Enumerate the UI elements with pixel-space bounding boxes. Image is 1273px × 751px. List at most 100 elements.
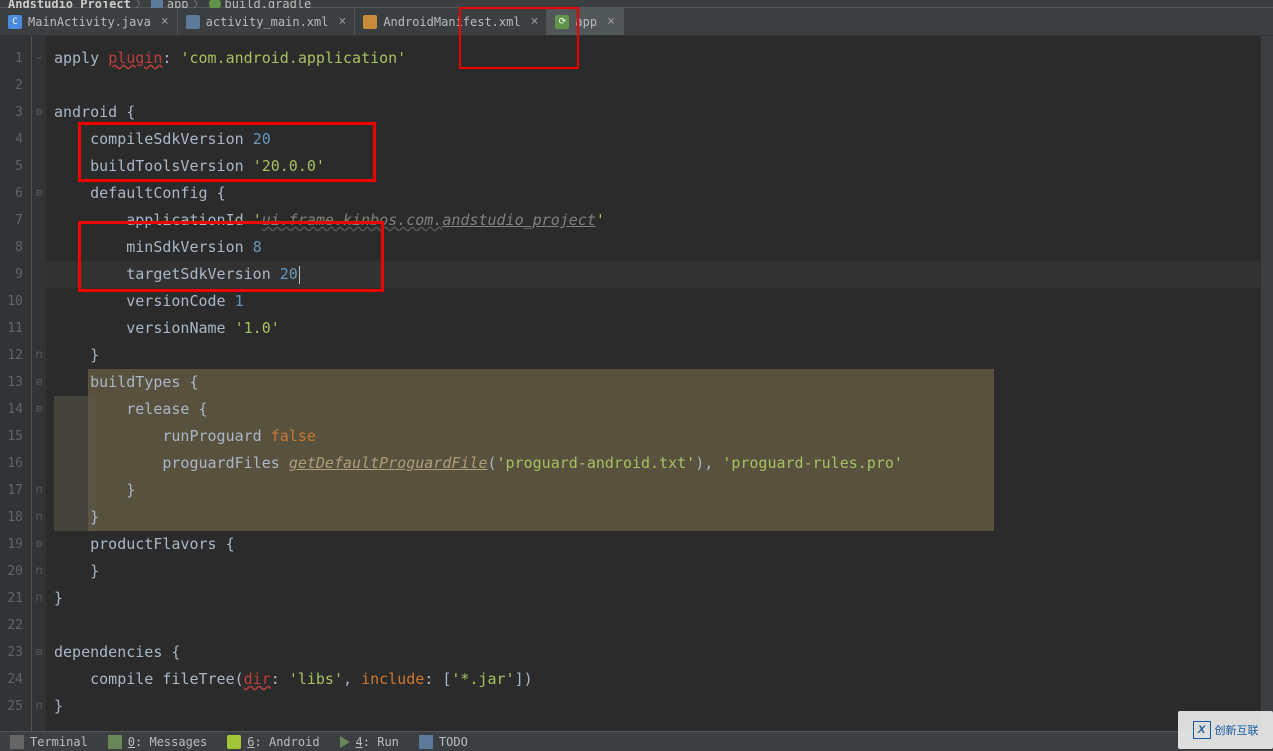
code-token: {: [189, 373, 198, 391]
code-line[interactable]: defaultConfig {: [46, 180, 1273, 207]
code-line[interactable]: compileSdkVersion 20: [46, 126, 1273, 153]
line-number[interactable]: 1: [0, 45, 31, 72]
line-number[interactable]: 20: [0, 558, 31, 585]
fold-marker-icon[interactable]: ⊓: [32, 558, 46, 585]
fold-marker-icon[interactable]: ⊟: [32, 180, 46, 207]
fold-marker-icon[interactable]: ⊓: [32, 477, 46, 504]
fold-marker-icon[interactable]: ⊓: [32, 693, 46, 720]
code-line[interactable]: }: [46, 558, 1273, 585]
fold-marker-icon[interactable]: ⊓: [32, 585, 46, 612]
tool-messages[interactable]: 0: Messages: [108, 735, 207, 749]
line-number[interactable]: 22: [0, 612, 31, 639]
line-number[interactable]: 10: [0, 288, 31, 315]
line-number[interactable]: 6: [0, 180, 31, 207]
terminal-icon: [10, 735, 24, 749]
fold-marker-icon[interactable]: ⊟: [32, 369, 46, 396]
code-token: {: [217, 184, 226, 202]
code-line[interactable]: runProguard false: [46, 423, 1273, 450]
code-area[interactable]: apply plugin: 'com.android.application' a…: [46, 36, 1273, 731]
line-number[interactable]: 23: [0, 639, 31, 666]
android-icon: [227, 735, 241, 749]
code-token: 'com.android.application': [180, 49, 406, 67]
line-number[interactable]: 4: [0, 126, 31, 153]
fold-marker-icon: [32, 234, 46, 261]
code-line[interactable]: }: [46, 342, 1273, 369]
code-line[interactable]: versionName '1.0': [46, 315, 1273, 342]
code-token: ': [596, 211, 605, 229]
code-line[interactable]: buildTypes {: [46, 369, 1273, 396]
code-line[interactable]: minSdkVersion 8: [46, 234, 1273, 261]
tool-run[interactable]: 4: Run: [340, 735, 399, 749]
close-icon[interactable]: ×: [338, 14, 346, 29]
run-label: 4: Run: [356, 735, 399, 749]
line-number[interactable]: 21: [0, 585, 31, 612]
code-token: ': [253, 211, 262, 229]
code-line[interactable]: productFlavors {: [46, 531, 1273, 558]
line-number[interactable]: 19: [0, 531, 31, 558]
line-number[interactable]: 15: [0, 423, 31, 450]
code-token: }: [54, 481, 135, 499]
line-number[interactable]: 3: [0, 99, 31, 126]
code-line[interactable]: compile fileTree(dir: 'libs', include: […: [46, 666, 1273, 693]
code-line[interactable]: }: [46, 504, 1273, 531]
tab-activity-main-xml[interactable]: activity_main.xml×: [178, 8, 356, 35]
code-line[interactable]: applicationId 'ui.frame.kinbos.com.andst…: [46, 207, 1273, 234]
code-line[interactable]: [46, 612, 1273, 639]
line-number[interactable]: 8: [0, 234, 31, 261]
line-number[interactable]: 12: [0, 342, 31, 369]
code-token: [99, 49, 108, 67]
code-token: proguardFiles: [54, 454, 289, 472]
tool-terminal[interactable]: Terminal: [10, 735, 88, 749]
line-number[interactable]: 7: [0, 207, 31, 234]
code-line[interactable]: }: [46, 477, 1273, 504]
line-number[interactable]: 13: [0, 369, 31, 396]
tab-androidmanifest-xml[interactable]: AndroidManifest.xml×: [355, 8, 547, 35]
fold-marker-icon: [32, 315, 46, 342]
close-icon[interactable]: ×: [161, 14, 169, 29]
tab-mainactivity-java[interactable]: CMainActivity.java×: [0, 8, 178, 35]
tool-android[interactable]: 6: Android: [227, 735, 319, 749]
code-line[interactable]: [46, 72, 1273, 99]
code-line[interactable]: targetSdkVersion 20: [46, 261, 1273, 288]
code-line[interactable]: apply plugin: 'com.android.application': [46, 45, 1273, 72]
line-number[interactable]: 9: [0, 261, 31, 288]
line-number[interactable]: 11: [0, 315, 31, 342]
code-line[interactable]: buildToolsVersion '20.0.0': [46, 153, 1273, 180]
tab-app[interactable]: ⟳app×: [547, 8, 624, 35]
tool-todo[interactable]: TODO: [419, 735, 468, 749]
line-number[interactable]: 5: [0, 153, 31, 180]
code-line[interactable]: }: [46, 585, 1273, 612]
fold-marker-icon[interactable]: ⊟: [32, 396, 46, 423]
code-token: 1: [235, 292, 244, 310]
fold-column[interactable]: −⊟⊟⊓⊟⊟⊓⊓⊟⊓⊓⊟⊓: [32, 36, 46, 731]
fold-marker-icon[interactable]: ⊟: [32, 639, 46, 666]
messages-icon: [108, 735, 122, 749]
code-line[interactable]: proguardFiles getDefaultProguardFile('pr…: [46, 450, 1273, 477]
code-line[interactable]: versionCode 1: [46, 288, 1273, 315]
code-line[interactable]: }: [46, 693, 1273, 720]
line-number[interactable]: 16: [0, 450, 31, 477]
line-number-gutter[interactable]: 1234567891011121314151617181920212223242…: [0, 36, 32, 731]
editor-scrollbar[interactable]: [1261, 36, 1273, 731]
code-line[interactable]: dependencies {: [46, 639, 1273, 666]
code-token: android: [54, 103, 126, 121]
line-number[interactable]: 24: [0, 666, 31, 693]
line-number[interactable]: 18: [0, 504, 31, 531]
fold-marker-icon: [32, 288, 46, 315]
code-line[interactable]: android {: [46, 99, 1273, 126]
line-number[interactable]: 2: [0, 72, 31, 99]
fold-marker-icon[interactable]: ⊟: [32, 99, 46, 126]
fold-marker-icon[interactable]: ⊓: [32, 504, 46, 531]
line-number[interactable]: 14: [0, 396, 31, 423]
fold-marker-icon[interactable]: −: [32, 45, 46, 72]
fold-marker-icon[interactable]: ⊓: [32, 342, 46, 369]
line-number[interactable]: 17: [0, 477, 31, 504]
code-token: 20: [280, 265, 298, 283]
code-token: runProguard: [54, 427, 271, 445]
close-icon[interactable]: ×: [607, 14, 615, 29]
fold-marker-icon[interactable]: ⊟: [32, 531, 46, 558]
line-number[interactable]: 25: [0, 693, 31, 720]
close-icon[interactable]: ×: [531, 14, 539, 29]
code-token: :: [162, 49, 180, 67]
code-line[interactable]: release {: [46, 396, 1273, 423]
